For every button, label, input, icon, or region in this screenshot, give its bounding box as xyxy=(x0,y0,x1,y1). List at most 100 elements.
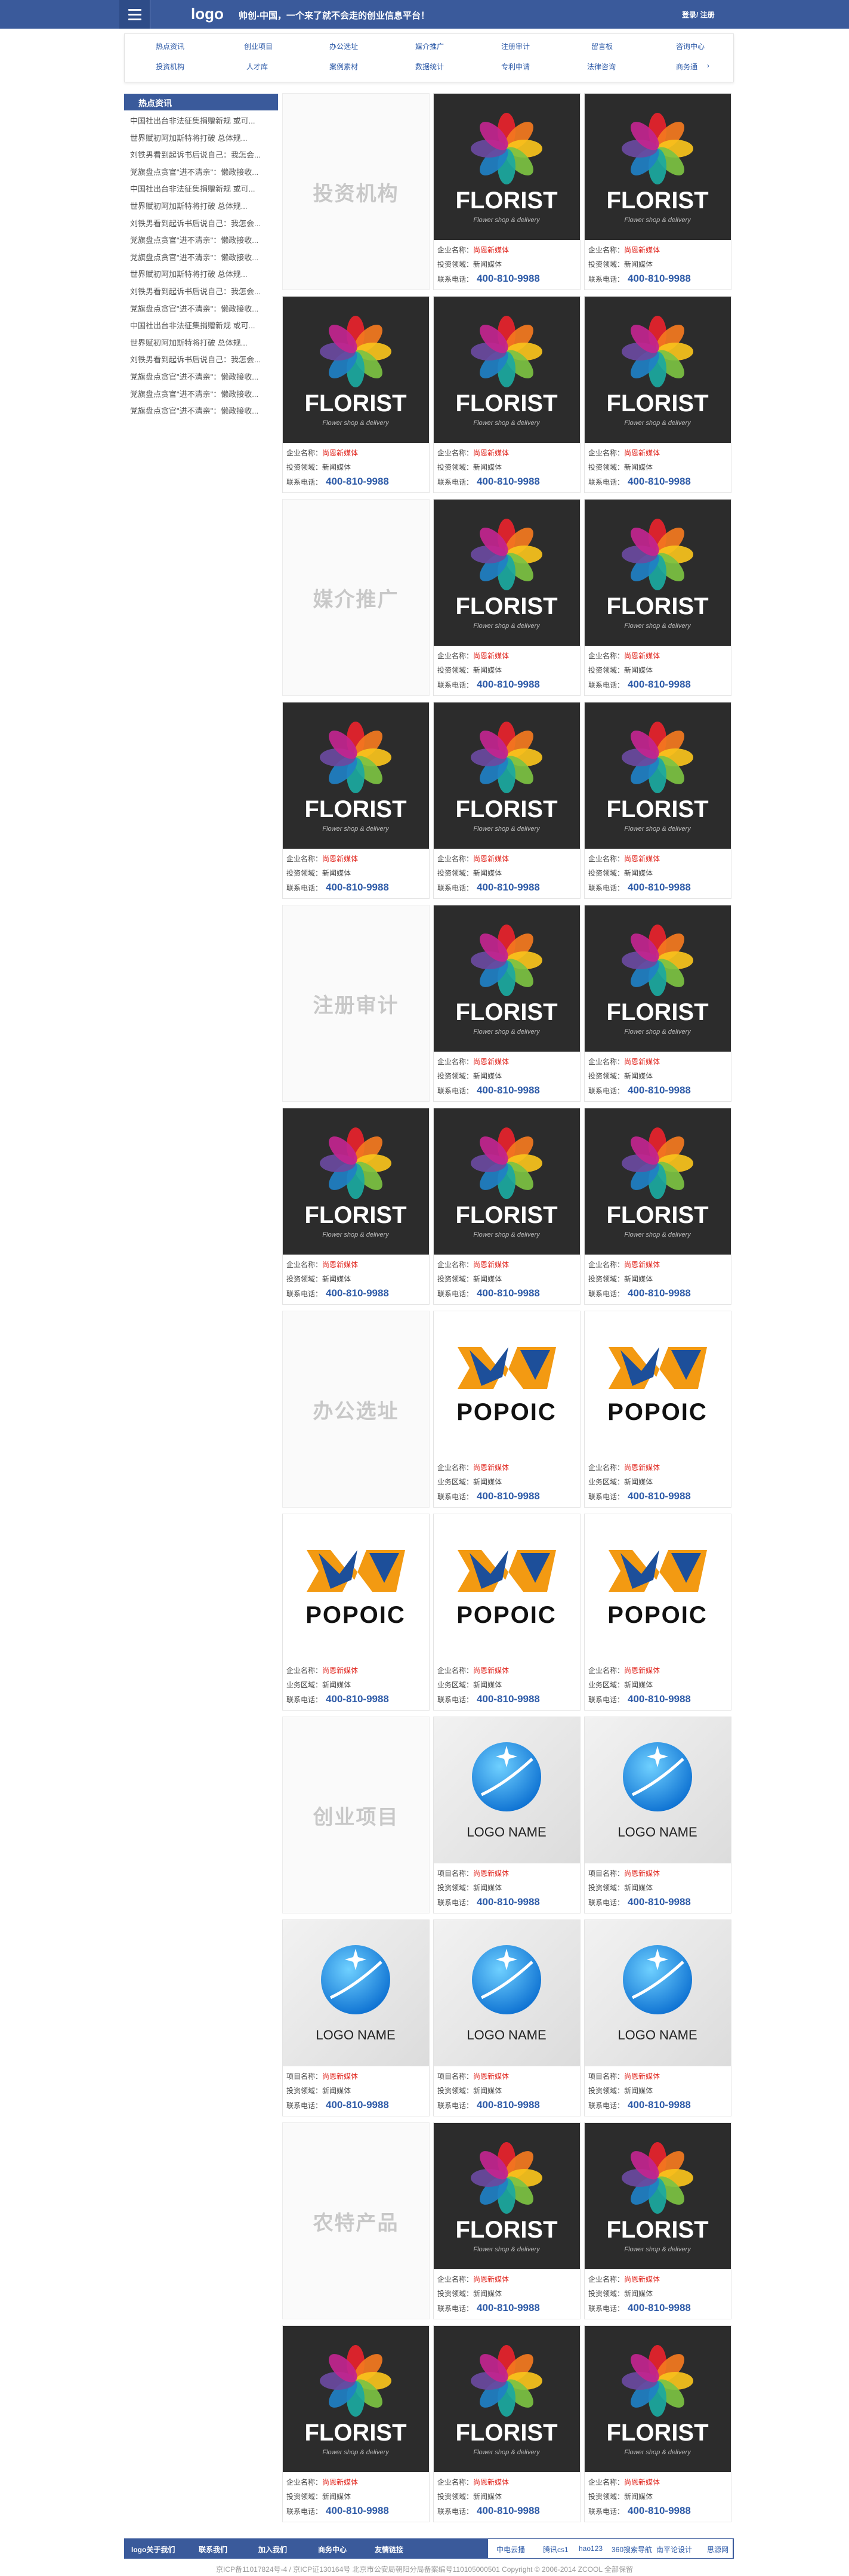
card-logo[interactable]: FLORIST Flower shop & delivery xyxy=(585,297,731,443)
card-logo[interactable]: FLORIST Flower shop & delivery xyxy=(434,1108,580,1255)
friend-link[interactable]: hao123 xyxy=(579,2544,603,2553)
company-name[interactable]: 尚恩新媒体 xyxy=(473,2478,509,2486)
company-name[interactable]: 尚恩新媒体 xyxy=(473,2072,509,2081)
card-logo[interactable]: POPOIC xyxy=(434,1514,580,1660)
card-logo[interactable]: FLORIST Flower shop & delivery xyxy=(585,94,731,240)
listing-card[interactable]: POPOIC 企业名称：尚恩新媒体 业务区域：新闻媒体 联系电话： 400-810… xyxy=(282,1514,430,1711)
listing-card[interactable]: FLORIST Flower shop & delivery 企业名称：尚恩新媒… xyxy=(433,1108,581,1305)
nav-item[interactable]: 投资机构 xyxy=(156,61,184,72)
news-list-item[interactable]: 世界赋初阿加斯特将打破 总体规... xyxy=(124,266,278,284)
company-name[interactable]: 尚恩新媒体 xyxy=(624,2072,660,2081)
news-list-item[interactable]: 党旗盘点贪官"进不清亲"：懒政接收... xyxy=(124,164,278,181)
company-name[interactable]: 尚恩新媒体 xyxy=(473,1463,509,1472)
card-logo[interactable]: LOGO NAME xyxy=(585,1920,731,2066)
nav-item[interactable]: 热点资讯 xyxy=(156,41,184,51)
news-list-item[interactable]: 世界赋初阿加斯特将打破 总体规... xyxy=(124,198,278,215)
listing-card[interactable]: FLORIST Flower shop & delivery 企业名称：尚恩新媒… xyxy=(433,296,581,493)
nav-item[interactable]: 咨询中心 xyxy=(676,41,705,51)
company-name[interactable]: 尚恩新媒体 xyxy=(624,2275,660,2284)
news-list-item[interactable]: 党旗盘点贪官"进不清亲"：懒政接收... xyxy=(124,301,278,318)
listing-card[interactable]: FLORIST Flower shop & delivery 企业名称：尚恩新媒… xyxy=(433,702,581,899)
listing-card[interactable]: LOGO NAME 项目名称：尚恩新媒体 投资领域：新闻媒体 联系电话： 400-… xyxy=(584,1717,731,1913)
company-name[interactable]: 尚恩新媒体 xyxy=(624,1869,660,1878)
company-name[interactable]: 尚恩新媒体 xyxy=(322,449,358,457)
listing-card[interactable]: LOGO NAME 项目名称：尚恩新媒体 投资领域：新闻媒体 联系电话： 400-… xyxy=(282,1919,430,2116)
nav-item[interactable]: 法律咨询 xyxy=(587,61,616,72)
card-logo[interactable]: FLORIST Flower shop & delivery xyxy=(434,500,580,646)
category-block[interactable]: 办公选址 xyxy=(282,1311,430,1508)
company-name[interactable]: 尚恩新媒体 xyxy=(473,1261,509,1269)
nav-item[interactable]: 注册审计 xyxy=(501,41,530,51)
company-name[interactable]: 尚恩新媒体 xyxy=(473,652,509,660)
company-name[interactable]: 尚恩新媒体 xyxy=(473,1666,509,1675)
card-logo[interactable]: FLORIST Flower shop & delivery xyxy=(283,297,429,443)
news-list-item[interactable]: 中国社出台非法征集捐赠新规 或可... xyxy=(124,318,278,335)
listing-card[interactable]: POPOIC 企业名称：尚恩新媒体 业务区域：新闻媒体 联系电话： 400-810… xyxy=(433,1311,581,1508)
listing-card[interactable]: FLORIST Flower shop & delivery 企业名称：尚恩新媒… xyxy=(584,2122,731,2319)
news-list-item[interactable]: 刘铁男看到起诉书后说自己：我怎会... xyxy=(124,147,278,164)
nav-item[interactable]: 案例素材 xyxy=(329,61,358,72)
listing-card[interactable]: FLORIST Flower shop & delivery 企业名称：尚恩新媒… xyxy=(584,2325,731,2522)
news-list-item[interactable]: 党旗盘点贪官"进不清亲"：懒政接收... xyxy=(124,386,278,403)
category-block[interactable]: 创业项目 xyxy=(282,1717,430,1913)
listing-card[interactable]: FLORIST Flower shop & delivery 企业名称：尚恩新媒… xyxy=(282,702,430,899)
listing-card[interactable]: POPOIC 企业名称：尚恩新媒体 业务区域：新闻媒体 联系电话： 400-810… xyxy=(584,1514,731,1711)
company-name[interactable]: 尚恩新媒体 xyxy=(322,2072,358,2081)
nav-item[interactable]: 专利申请 xyxy=(501,61,530,72)
card-logo[interactable]: FLORIST Flower shop & delivery xyxy=(434,2326,580,2472)
card-logo[interactable]: FLORIST Flower shop & delivery xyxy=(585,2326,731,2472)
company-name[interactable]: 尚恩新媒体 xyxy=(624,1666,660,1675)
news-list-item[interactable]: 党旗盘点贪官"进不清亲"：懒政接收... xyxy=(124,369,278,386)
card-logo[interactable]: FLORIST Flower shop & delivery xyxy=(585,905,731,1052)
news-list-item[interactable]: 中国社出台非法征集捐赠新规 或可... xyxy=(124,113,278,130)
friend-link[interactable]: 360搜索导航 xyxy=(612,2544,652,2555)
listing-card[interactable]: POPOIC 企业名称：尚恩新媒体 业务区域：新闻媒体 联系电话： 400-810… xyxy=(584,1311,731,1508)
nav-item[interactable]: 媒介推广 xyxy=(415,41,444,51)
listing-card[interactable]: FLORIST Flower shop & delivery 企业名称：尚恩新媒… xyxy=(282,296,430,493)
card-logo[interactable]: FLORIST Flower shop & delivery xyxy=(283,2326,429,2472)
category-block[interactable]: 农特产品 xyxy=(282,2122,430,2319)
card-logo[interactable]: FLORIST Flower shop & delivery xyxy=(283,1108,429,1255)
friend-link[interactable]: 腾讯cs1 xyxy=(543,2544,569,2555)
card-logo[interactable]: POPOIC xyxy=(585,1311,731,1458)
company-name[interactable]: 尚恩新媒体 xyxy=(624,2478,660,2486)
footer-link[interactable]: 商务中心 xyxy=(318,2544,347,2555)
card-logo[interactable]: LOGO NAME xyxy=(283,1920,429,2066)
listing-card[interactable]: FLORIST Flower shop & delivery 企业名称：尚恩新媒… xyxy=(584,296,731,493)
news-list-item[interactable]: 刘铁男看到起诉书后说自己：我怎会... xyxy=(124,215,278,233)
card-logo[interactable]: FLORIST Flower shop & delivery xyxy=(434,702,580,849)
company-name[interactable]: 尚恩新媒体 xyxy=(624,652,660,660)
company-name[interactable]: 尚恩新媒体 xyxy=(624,1261,660,1269)
category-block[interactable]: 媒介推广 xyxy=(282,499,430,696)
card-logo[interactable]: LOGO NAME xyxy=(585,1717,731,1863)
footer-link[interactable]: 联系我们 xyxy=(199,2544,227,2555)
nav-item[interactable]: 人才库 xyxy=(246,61,268,72)
footer-link[interactable]: logo关于我们 xyxy=(131,2544,175,2555)
card-logo[interactable]: FLORIST Flower shop & delivery xyxy=(283,702,429,849)
news-list-item[interactable]: 世界赋初阿加斯特将打破 总体规... xyxy=(124,335,278,352)
footer-link[interactable]: 加入我们 xyxy=(258,2544,287,2555)
company-name[interactable]: 尚恩新媒体 xyxy=(624,449,660,457)
card-logo[interactable]: FLORIST Flower shop & delivery xyxy=(434,297,580,443)
listing-card[interactable]: FLORIST Flower shop & delivery 企业名称：尚恩新媒… xyxy=(433,93,581,290)
card-logo[interactable]: FLORIST Flower shop & delivery xyxy=(585,500,731,646)
card-logo[interactable]: LOGO NAME xyxy=(434,1717,580,1863)
card-logo[interactable]: FLORIST Flower shop & delivery xyxy=(434,94,580,240)
listing-card[interactable]: FLORIST Flower shop & delivery 企业名称：尚恩新媒… xyxy=(584,93,731,290)
listing-card[interactable]: FLORIST Flower shop & delivery 企业名称：尚恩新媒… xyxy=(584,905,731,1102)
news-list-item[interactable]: 党旗盘点贪官"进不清亲"：懒政接收... xyxy=(124,232,278,249)
listing-card[interactable]: FLORIST Flower shop & delivery 企业名称：尚恩新媒… xyxy=(282,1108,430,1305)
news-list-item[interactable]: 刘铁男看到起诉书后说自己：我怎会... xyxy=(124,352,278,369)
friend-link[interactable]: 南平论设计 xyxy=(656,2544,692,2555)
company-name[interactable]: 尚恩新媒体 xyxy=(473,1869,509,1878)
company-name[interactable]: 尚恩新媒体 xyxy=(322,855,358,863)
card-logo[interactable]: FLORIST Flower shop & delivery xyxy=(434,2123,580,2269)
news-list-item[interactable]: 党旗盘点贪官"进不清亲"：懒政接收... xyxy=(124,403,278,420)
news-list-item[interactable]: 党旗盘点贪官"进不清亲"：懒政接收... xyxy=(124,249,278,267)
card-logo[interactable]: POPOIC xyxy=(434,1311,580,1458)
news-list-item[interactable]: 刘铁男看到起诉书后说自己：我怎会... xyxy=(124,284,278,301)
chevron-right-icon[interactable]: › xyxy=(707,61,709,70)
company-name[interactable]: 尚恩新媒体 xyxy=(473,246,509,254)
card-logo[interactable]: POPOIC xyxy=(283,1514,429,1660)
nav-item[interactable]: 留言板 xyxy=(591,41,613,51)
